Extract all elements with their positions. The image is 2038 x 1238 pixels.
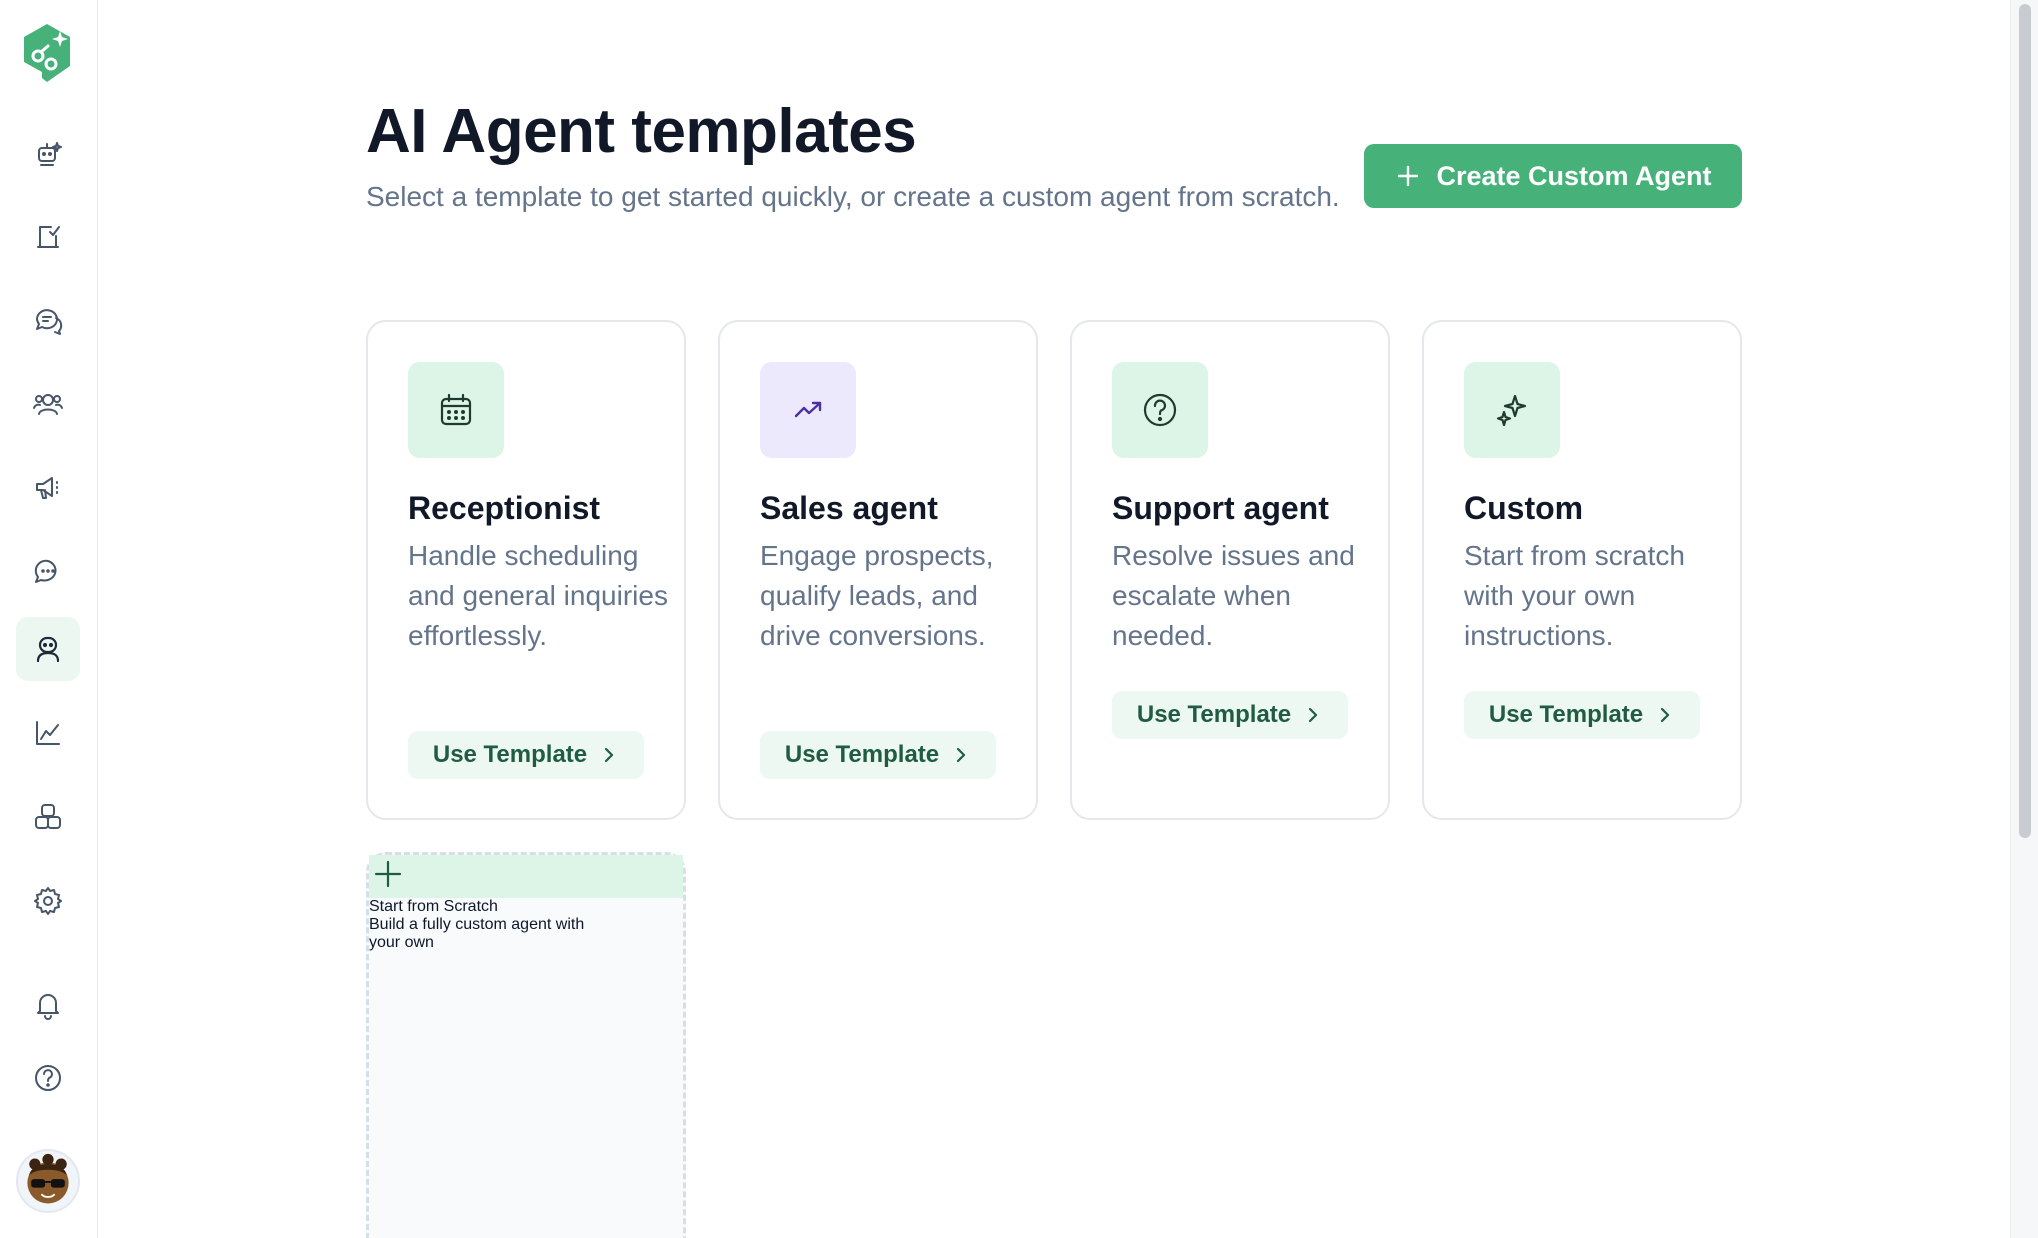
chat-bubbles-icon[interactable]: [16, 289, 80, 353]
card-title: Start from Scratch: [369, 898, 498, 915]
users-icon[interactable]: [16, 372, 80, 436]
settings-icon[interactable]: [16, 869, 80, 933]
plus-icon: [369, 855, 683, 898]
use-template-button[interactable]: Use Template: [1112, 691, 1348, 739]
card-title: Support agent: [1112, 490, 1329, 526]
scrollbar[interactable]: [2010, 0, 2038, 1238]
chevron-right-icon: [957, 747, 966, 763]
clipboard-check-icon[interactable]: [16, 205, 80, 269]
chevron-right-icon: [605, 747, 614, 763]
integrations-icon[interactable]: [16, 785, 80, 849]
message-dots-icon[interactable]: [16, 540, 80, 604]
start-from-scratch-card[interactable]: Start from Scratch Build a fully custom …: [366, 852, 686, 1238]
card-description: Resolve issues and escalate when needed.: [1112, 540, 1355, 651]
app-window: AI Agent templates Select a template to …: [0, 0, 2038, 1238]
calendar-icon: [408, 362, 504, 458]
use-template-label: Use Template: [784, 741, 940, 768]
main-content: AI Agent templates Select a template to …: [98, 0, 2010, 1238]
use-template-button[interactable]: Use Template: [1464, 691, 1700, 739]
card-title: Custom: [1464, 490, 1584, 526]
bell-icon[interactable]: [16, 973, 80, 1037]
sparkles-icon: [1464, 362, 1560, 458]
scrollbar-thumb[interactable]: [2019, 4, 2031, 838]
page-title: AI Agent templates: [366, 97, 917, 166]
megaphone-icon[interactable]: [16, 456, 80, 520]
chevron-right-icon: [1309, 707, 1318, 723]
template-card-custom: Custom Start from scratch with your own …: [1422, 320, 1742, 820]
template-card-sales-agent: Sales agent Engage prospects, qualify le…: [718, 320, 1038, 820]
use-template-button[interactable]: Use Template: [760, 731, 996, 779]
use-template-button[interactable]: Use Template: [408, 731, 644, 779]
chart-line-icon[interactable]: [16, 701, 80, 765]
help-circle-icon: [1112, 362, 1208, 458]
avatar[interactable]: [16, 1149, 80, 1213]
card-title: Receptionist: [408, 490, 601, 526]
page-subtitle: Select a template to get started quickly…: [366, 181, 1340, 212]
trending-up-icon: [760, 362, 856, 458]
chevron-right-icon: [1661, 707, 1670, 723]
robot-sparkle-icon[interactable]: [16, 122, 80, 186]
card-description: Build a fully custom agent with your own: [369, 916, 585, 951]
logo-icon[interactable]: [20, 22, 74, 84]
use-template-label: Use Template: [1136, 701, 1292, 728]
use-template-label: Use Template: [432, 741, 588, 768]
card-description: Start from scratch with your own instruc…: [1464, 540, 1685, 651]
card-description: Engage prospects, qualify leads, and dri…: [760, 540, 994, 651]
plus-icon: [1398, 165, 1419, 187]
template-card-receptionist: Receptionist Handle scheduling and gener…: [366, 320, 686, 820]
help-icon[interactable]: [16, 1046, 80, 1110]
agent-icon[interactable]: [16, 617, 80, 681]
create-custom-agent-label: Create Custom Agent: [1436, 160, 1712, 191]
sidebar: [0, 0, 98, 1238]
use-template-label: Use Template: [1488, 701, 1644, 728]
create-custom-agent-button[interactable]: Create Custom Agent: [1364, 144, 1742, 208]
card-title: Sales agent: [760, 490, 938, 526]
card-description: Handle scheduling and general inquiries …: [408, 540, 668, 651]
template-card-support-agent: Support agent Resolve issues and escalat…: [1070, 320, 1390, 820]
